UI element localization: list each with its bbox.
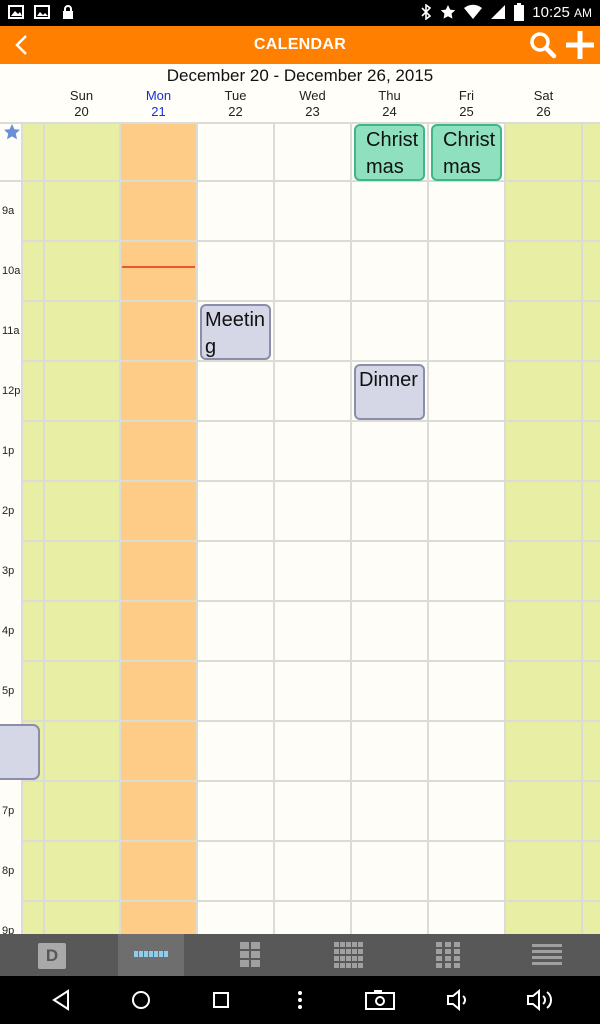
day-name: Wed (299, 88, 326, 103)
month-list-icon (240, 942, 260, 967)
time-label-3p: 3p (2, 565, 15, 577)
day-date: 23 (305, 104, 320, 119)
time-label-2p: 2p (2, 505, 15, 517)
week-view-icon (134, 951, 168, 957)
month-list-view-button[interactable] (217, 934, 283, 976)
time-label-10a: 10a (2, 265, 21, 277)
current-time-indicator (122, 266, 195, 268)
day-date: 21 (151, 104, 166, 119)
clock-time: 10:25 (532, 3, 570, 21)
month-view-button[interactable] (316, 934, 382, 976)
app-title: CALENDAR (253, 36, 347, 53)
day-name: Sun (69, 88, 94, 103)
event-meeting[interactable]: Meeting (200, 304, 271, 360)
time-label-7p: 7p (2, 805, 15, 817)
time-label-9a: 9a (2, 205, 15, 217)
day-header-wed[interactable]: Wed 23 (274, 88, 351, 120)
all-day-star-icon (4, 124, 20, 140)
signal-icon (491, 5, 506, 19)
day-header-sun[interactable]: Sun 20 (43, 88, 120, 120)
month-view-icon (334, 942, 363, 968)
today-column[interactable] (120, 122, 197, 934)
clock-ampm: AM (574, 5, 592, 20)
day-date: 22 (228, 104, 243, 119)
star-icon (441, 5, 456, 19)
week-header: December 20 - December 26, 2015 Sun 20 Mo… (0, 64, 600, 122)
bluetooth-icon (421, 4, 432, 20)
screenshot-icon[interactable] (364, 988, 396, 1012)
view-toolbar (0, 934, 600, 976)
day-header-fri[interactable]: Fri 25 (428, 88, 505, 120)
date-range: December 20 - December 26, 2015 (166, 66, 434, 85)
recents-icon[interactable] (211, 988, 231, 1012)
time-label-8p: 8p (2, 865, 15, 877)
day-name: Thu (378, 88, 401, 103)
day-header-tue[interactable]: Tue 22 (197, 88, 274, 120)
wifi-icon (464, 4, 483, 20)
day-view-icon[interactable]: D (38, 943, 66, 969)
year-view-icon (436, 942, 460, 968)
day-header-sat[interactable]: Sat 26 (505, 88, 582, 120)
gallery-icon (34, 5, 50, 19)
volume-down-icon[interactable] (446, 988, 472, 1012)
time-label-5p: 5p (2, 685, 15, 697)
year-view-button[interactable] (415, 934, 481, 976)
volume-up-icon[interactable] (526, 988, 556, 1012)
status-bar: 10:25 AM (0, 0, 600, 26)
time-label-4p: 4p (2, 625, 15, 637)
time-label-1p: 1p (2, 445, 15, 457)
home-icon[interactable] (130, 988, 152, 1012)
nav-back-icon[interactable] (50, 988, 72, 1012)
sunday-column[interactable] (22, 122, 120, 934)
search-icon[interactable] (529, 31, 557, 59)
week-grid[interactable]: 9a 10a 11a 12p 1p 2p 3p 4p 5p 6p 7p 8p 9… (0, 122, 600, 934)
day-date: 20 (74, 104, 89, 119)
event-christmas-thu[interactable]: Christmas (354, 124, 425, 181)
week-view-button[interactable] (118, 934, 184, 976)
day-header-thu[interactable]: Thu 24 (351, 88, 428, 120)
image-icon (8, 5, 24, 19)
system-nav-bar (0, 976, 600, 1024)
agenda-view-button[interactable] (514, 934, 580, 976)
day-name: Sat (533, 88, 554, 103)
lock-icon (63, 5, 73, 19)
event-dinner[interactable]: Dinner (354, 364, 425, 420)
time-label-12p: 12p (2, 385, 21, 397)
day-name: Mon (145, 88, 172, 103)
time-label-9p: 9p (2, 925, 15, 934)
event-unnamed-overflow[interactable] (0, 724, 40, 780)
day-name: Tue (224, 88, 247, 103)
day-name: Fri (458, 88, 475, 103)
app-bar: CALENDAR (0, 26, 600, 64)
day-date: 24 (382, 104, 397, 119)
day-date: 26 (536, 104, 551, 119)
saturday-column[interactable] (505, 122, 600, 934)
battery-icon (514, 3, 525, 21)
day-date: 25 (459, 104, 474, 119)
time-label-11a: 11a (2, 325, 20, 337)
event-christmas-fri[interactable]: Christmas (431, 124, 502, 181)
add-icon[interactable] (563, 29, 597, 61)
menu-icon[interactable] (293, 988, 307, 1012)
agenda-view-icon (532, 944, 562, 965)
day-header-mon[interactable]: Mon 21 (120, 88, 197, 120)
